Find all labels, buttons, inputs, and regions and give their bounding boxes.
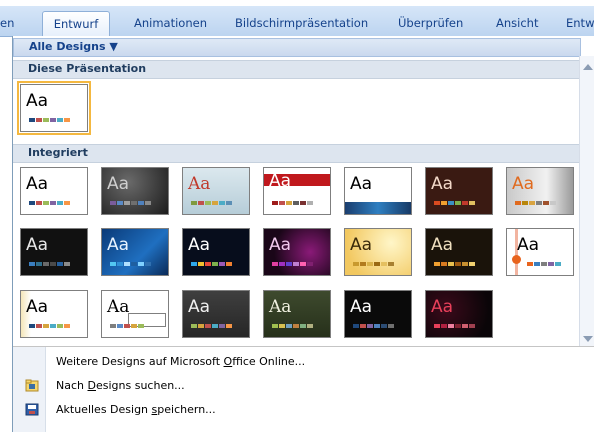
theme-color-swatches xyxy=(191,324,232,328)
menu-save-current-design[interactable]: Aktuelles Design speichern... xyxy=(15,400,575,420)
theme-thumb-19[interactable]: Aa xyxy=(344,290,412,338)
theme-sample-text: Aa xyxy=(269,297,292,317)
theme-thumb-4[interactable]: Aa xyxy=(263,167,331,215)
theme-thumb-15[interactable]: Aa xyxy=(20,290,88,338)
section-this-presentation: Diese Präsentation xyxy=(13,60,579,79)
theme-color-swatches xyxy=(272,324,313,328)
menu-browse-designs[interactable]: Nach Designs suchen... xyxy=(15,376,575,396)
menu-more-designs-online-label: Weitere Designs auf Microsoft Office Onl… xyxy=(56,355,306,368)
tab-animationen[interactable]: Animationen xyxy=(134,12,214,34)
theme-thumb-10[interactable]: Aa xyxy=(182,228,250,276)
theme-accent-dot xyxy=(512,255,521,264)
tab-ueberpruefen[interactable]: Überprüfen xyxy=(398,12,468,34)
theme-thumb-14[interactable]: Aa xyxy=(506,228,574,276)
theme-sample-text: Aa xyxy=(26,297,49,317)
theme-sample-text: Aa xyxy=(188,235,211,255)
theme-thumb-12[interactable]: Aa xyxy=(344,228,412,276)
theme-thumb-3[interactable]: Aa xyxy=(182,167,250,215)
menu-separator xyxy=(13,346,594,347)
theme-thumb-2[interactable]: Aa xyxy=(101,167,169,215)
ribbon-tab-bar: en Entwurf Animationen Bildschirmpräsent… xyxy=(0,6,594,37)
theme-color-swatches xyxy=(29,118,70,122)
theme-thumb-current[interactable]: Aa xyxy=(17,81,91,135)
menu-more-designs-online[interactable]: Weitere Designs auf Microsoft Office Onl… xyxy=(15,352,575,372)
theme-thumb-7[interactable]: Aa xyxy=(506,167,574,215)
theme-thumb-5[interactable]: Aa xyxy=(344,167,412,215)
theme-color-swatches xyxy=(515,201,556,205)
theme-sample-text: Aa xyxy=(188,174,211,194)
theme-color-swatches xyxy=(110,201,151,205)
theme-color-swatches xyxy=(353,324,394,328)
theme-color-swatches xyxy=(434,324,475,328)
theme-sample-text: Aa xyxy=(107,174,130,194)
theme-thumb-9[interactable]: Aa xyxy=(101,228,169,276)
theme-color-swatches xyxy=(272,201,313,205)
menu-save-current-design-label: Aktuelles Design speichern... xyxy=(56,403,216,416)
theme-color-swatches xyxy=(110,324,144,328)
theme-color-swatches xyxy=(29,201,70,205)
theme-color-swatches xyxy=(434,262,475,266)
theme-color-swatches xyxy=(191,262,232,266)
section-builtin: Integriert xyxy=(13,144,579,163)
theme-footer-band xyxy=(345,202,411,214)
theme-sample-text: Aa xyxy=(269,235,292,255)
theme-thumb-17[interactable]: Aa xyxy=(182,290,250,338)
theme-sample-text: Aa xyxy=(107,235,130,255)
theme-sample-text: Aa xyxy=(188,297,211,317)
all-designs-label: Alle Designs ▼ xyxy=(29,40,118,53)
browse-folder-icon xyxy=(25,379,39,392)
theme-thumb-18[interactable]: Aa xyxy=(263,290,331,338)
section-builtin-label: Integriert xyxy=(28,146,88,159)
theme-sample-text: Aa xyxy=(350,235,373,255)
theme-thumb-6[interactable]: Aa xyxy=(425,167,493,215)
tab-start[interactable]: en xyxy=(0,12,22,34)
theme-sample-text: Aa xyxy=(431,297,454,317)
theme-sample-text: Aa xyxy=(107,297,130,317)
menu-browse-designs-label: Nach Designs suchen... xyxy=(56,379,185,392)
theme-sample-text: Aa xyxy=(512,174,535,194)
theme-color-swatches xyxy=(353,262,394,266)
theme-sample-text: Aa xyxy=(350,297,373,317)
theme-color-swatches xyxy=(110,262,151,266)
theme-thumb-office[interactable]: Aa xyxy=(20,167,88,215)
design-gallery-panel: Alle Designs ▼ Diese Präsentation Aa Int… xyxy=(12,36,594,432)
theme-sample-text: Aa xyxy=(431,174,454,194)
theme-color-swatches xyxy=(29,262,70,266)
theme-thumb-20[interactable]: Aa xyxy=(425,290,493,338)
tab-ansicht[interactable]: Ansicht xyxy=(496,12,546,34)
section-this-presentation-label: Diese Präsentation xyxy=(28,62,147,75)
theme-thumb-16[interactable]: Aa xyxy=(101,290,169,338)
tab-bildschirmpraesentation[interactable]: Bildschirmpräsentation xyxy=(235,12,375,34)
tab-entwurf[interactable]: Entwurf xyxy=(42,11,110,37)
all-designs-dropdown[interactable]: Alle Designs ▼ xyxy=(13,38,581,57)
theme-thumb-13[interactable]: Aa xyxy=(425,228,493,276)
scroll-down-arrow-icon[interactable] xyxy=(583,336,593,342)
theme-color-swatches xyxy=(527,262,561,266)
theme-sample-text: Aa xyxy=(26,235,49,255)
scroll-up-arrow-icon[interactable] xyxy=(583,64,593,70)
theme-sample-text: Aa xyxy=(26,174,49,194)
theme-thumb-8[interactable]: Aa xyxy=(20,228,88,276)
theme-thumb-11[interactable]: Aa xyxy=(263,228,331,276)
theme-color-swatches xyxy=(191,201,232,205)
gallery-scrollbar[interactable] xyxy=(579,56,594,346)
theme-sample-text: Aa xyxy=(26,91,49,111)
theme-color-swatches xyxy=(29,324,70,328)
theme-color-swatches xyxy=(434,201,475,205)
tab-entwicklertools[interactable]: Entw xyxy=(566,12,594,34)
theme-sample-text: Aa xyxy=(350,174,373,194)
theme-sample-text: Aa xyxy=(517,235,540,255)
theme-sample-text: Aa xyxy=(431,235,454,255)
save-disk-icon xyxy=(25,403,39,416)
theme-color-swatches xyxy=(272,262,313,266)
theme-sample-text: Aa xyxy=(269,171,292,191)
design-gallery: Alle Designs ▼ Diese Präsentation Aa Int… xyxy=(13,36,594,346)
